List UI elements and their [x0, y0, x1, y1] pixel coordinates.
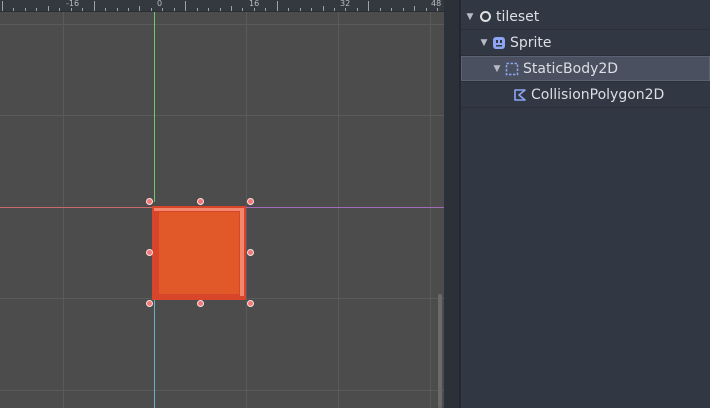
ruler-tick	[380, 8, 381, 11]
ruler-tick	[357, 8, 358, 11]
ruler-tick	[254, 8, 255, 11]
grid-line	[338, 12, 339, 408]
tree-item-label: Sprite	[510, 34, 552, 51]
sprite-icon	[492, 36, 506, 50]
ruler-tick	[197, 8, 198, 11]
resize-handle-top-right[interactable]	[247, 198, 254, 205]
ruler-label: -16	[66, 0, 80, 8]
chevron-down-icon[interactable]: ▼	[465, 12, 475, 22]
divider	[461, 107, 710, 108]
ruler-tick	[242, 8, 243, 11]
ruler-tick	[208, 8, 209, 11]
tree-item-sprite[interactable]: ▼ Sprite	[461, 30, 710, 55]
ruler-tick	[368, 1, 369, 11]
ruler-tick	[128, 8, 129, 11]
static-body-icon	[505, 62, 519, 76]
grid-line	[63, 12, 64, 408]
ruler-tick	[174, 8, 175, 11]
canvas-viewport[interactable]: -16 0 16 32 48	[0, 0, 446, 408]
tree-item-label: tileset	[496, 8, 540, 25]
ruler-tick	[311, 8, 312, 11]
ruler-tick	[185, 1, 186, 11]
ruler-tick	[36, 8, 37, 11]
resize-handle-bottom-right[interactable]	[247, 300, 254, 307]
ruler-tick	[220, 8, 221, 11]
ruler-tick	[437, 8, 438, 11]
grid-line	[0, 115, 446, 116]
ruler-tick	[82, 8, 83, 11]
ruler-tick	[139, 6, 140, 11]
collision-polygon-icon	[513, 88, 527, 102]
ruler-tick	[59, 8, 60, 11]
ruler-tick	[265, 8, 266, 11]
resize-handle-left[interactable]	[146, 249, 153, 256]
tree-item-staticbody2d[interactable]: ▼ StaticBody2D	[461, 56, 710, 81]
tree-item-tileset[interactable]: ▼ tileset	[461, 4, 710, 29]
ruler-tick	[231, 6, 232, 11]
panel-divider[interactable]	[444, 0, 460, 408]
tree-item-label: StaticBody2D	[523, 60, 619, 77]
ruler-tick	[105, 8, 106, 11]
grid-line	[0, 24, 446, 25]
ruler-tick	[345, 8, 346, 11]
ruler-tick	[162, 8, 163, 11]
ruler-tick	[71, 8, 72, 11]
ruler-tick	[151, 8, 152, 11]
y-axis-line	[154, 12, 155, 202]
grid-line	[0, 390, 446, 391]
resize-handle-top-left[interactable]	[146, 198, 153, 205]
ruler-tick	[25, 8, 26, 11]
ruler-tick	[288, 8, 289, 11]
vertical-scrollbar[interactable]	[438, 294, 442, 408]
ruler-tick	[403, 8, 404, 11]
node-circle-icon	[478, 10, 492, 24]
ruler-tick	[334, 8, 335, 11]
ruler-tick	[323, 6, 324, 11]
ruler-tick	[13, 8, 14, 11]
ruler-tick	[414, 6, 415, 11]
chevron-down-icon[interactable]: ▼	[479, 38, 489, 48]
ruler-tick	[300, 8, 301, 11]
ruler-tick	[391, 8, 392, 11]
chevron-down-icon[interactable]: ▼	[492, 64, 502, 74]
tree-item-collisionpolygon2d[interactable]: CollisionPolygon2D	[461, 82, 710, 107]
ruler-tick	[426, 8, 427, 11]
ruler-tick	[2, 1, 3, 11]
scene-tree-panel: ▼ tileset ▼ Sprite ▼ StaticBody2D Collis…	[461, 0, 710, 408]
grid-line	[430, 12, 431, 408]
resize-handle-top[interactable]	[197, 198, 204, 205]
ruler-tick	[117, 8, 118, 11]
horizontal-ruler: -16 0 16 32 48	[0, 0, 446, 12]
resize-handle-right[interactable]	[247, 249, 254, 256]
ruler-tick	[48, 6, 49, 11]
ruler-tick	[94, 1, 95, 11]
ruler-tick	[277, 1, 278, 11]
tree-item-label: CollisionPolygon2D	[531, 86, 665, 103]
resize-handle-bottom[interactable]	[197, 300, 204, 307]
resize-handle-bottom-left[interactable]	[146, 300, 153, 307]
